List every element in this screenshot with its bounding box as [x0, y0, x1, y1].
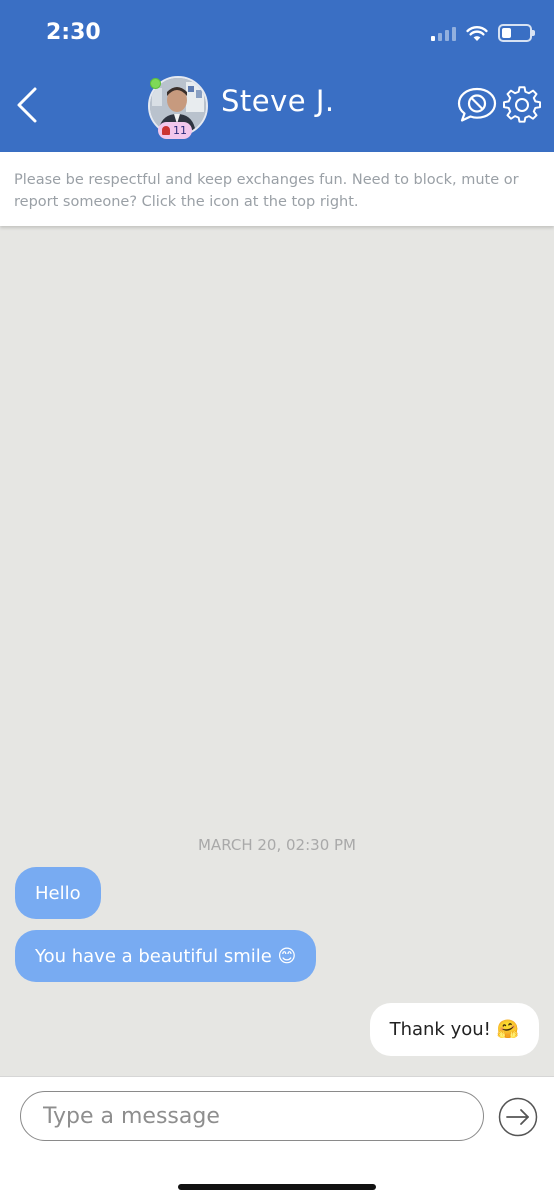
block-report-button[interactable] — [456, 86, 498, 124]
gear-icon — [503, 86, 541, 123]
message-text: Hello — [35, 882, 81, 904]
back-button[interactable] — [10, 82, 44, 128]
chat-thread[interactable]: MARCH 20, 02:30 PM Hello You have a beau… — [0, 226, 554, 1076]
incoming-message[interactable]: Hello — [15, 867, 101, 919]
battery-icon — [498, 24, 535, 42]
battery-level — [502, 28, 511, 38]
signal-icon — [431, 25, 456, 41]
chevron-left-icon — [17, 87, 37, 123]
status-time: 2:30 — [46, 20, 101, 45]
level-icon — [162, 126, 170, 135]
status-icons — [431, 22, 535, 44]
outgoing-message[interactable]: Thank you! 🤗 — [369, 1003, 539, 1056]
home-indicator — [178, 1184, 376, 1190]
incoming-message[interactable]: You have a beautiful smile 😊 — [15, 930, 317, 982]
send-button[interactable] — [498, 1097, 538, 1137]
safety-notice: Please be respectful and keep exchanges … — [0, 152, 554, 226]
arrow-right-circle-icon — [498, 1097, 538, 1137]
block-chat-icon — [457, 87, 497, 122]
contact-name[interactable]: Steve J. — [221, 84, 335, 118]
message-text: You have a beautiful smile 😊 — [35, 945, 297, 967]
contact-avatar[interactable]: 11 — [148, 76, 208, 139]
online-status-dot — [150, 78, 161, 89]
message-composer — [0, 1076, 554, 1200]
wifi-icon — [466, 25, 488, 41]
level-badge-text: 11 — [173, 124, 187, 137]
chat-timestamp: MARCH 20, 02:30 PM — [197, 836, 356, 854]
message-text: Thank you! 🤗 — [389, 1019, 519, 1040]
level-badge: 11 — [158, 122, 192, 139]
chat-header: 2:30 11 Steve J. — [0, 0, 554, 152]
safety-notice-text: Please be respectful and keep exchanges … — [14, 172, 519, 210]
settings-button[interactable] — [503, 86, 541, 124]
message-input[interactable] — [20, 1091, 484, 1141]
